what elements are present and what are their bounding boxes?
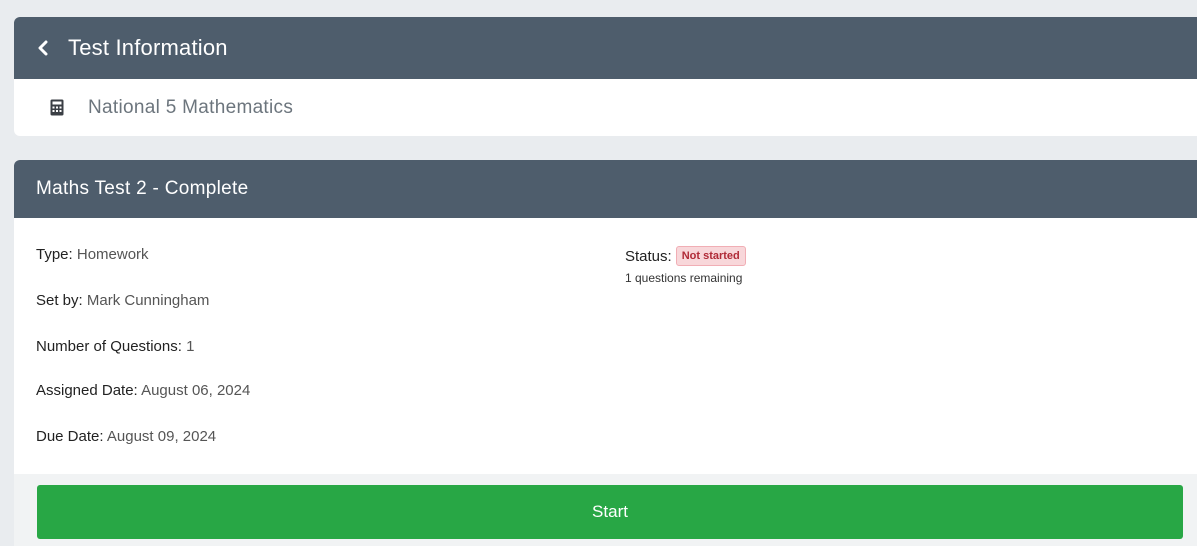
detail-label: Type: <box>36 246 73 263</box>
status-section: Status: Not started 1 questions remainin… <box>625 246 746 285</box>
detail-label: Set by: <box>36 292 83 309</box>
detail-value: August 06, 2024 <box>141 382 251 399</box>
subject-name: National 5 Mathematics <box>88 96 294 118</box>
detail-value: Mark Cunningham <box>86 292 210 309</box>
test-information-header: Test Information <box>14 17 1197 79</box>
detail-label: Number of Questions: <box>36 338 182 355</box>
detail-due-date: Due Date: August 09, 2024 <box>36 428 216 445</box>
test-details: Type: Homework Set by: Mark Cunningham N… <box>14 218 1197 474</box>
detail-number-of-questions: Number of Questions: 1 <box>36 338 194 355</box>
status-label: Status: <box>625 247 672 265</box>
detail-value: Homework <box>76 246 149 263</box>
detail-set-by: Set by: Mark Cunningham <box>36 292 209 309</box>
detail-label: Due Date: <box>36 428 104 445</box>
questions-remaining: 1 questions remaining <box>625 271 743 285</box>
calculator-icon <box>50 99 64 116</box>
card-footer: Start <box>14 474 1197 546</box>
status-badge: Not started <box>675 246 746 266</box>
subject-row: National 5 Mathematics <box>14 79 1197 136</box>
page-title: Test Information <box>68 35 228 60</box>
chevron-left-icon[interactable] <box>36 40 52 56</box>
detail-type: Type: Homework <box>36 246 149 263</box>
start-button[interactable]: Start <box>37 485 1183 539</box>
test-card: Maths Test 2 - Complete Type: Homework S… <box>14 160 1197 546</box>
detail-label: Assigned Date: <box>36 382 138 399</box>
detail-assigned-date: Assigned Date: August 06, 2024 <box>36 382 250 399</box>
test-information-card: Test Information National 5 Mathematics <box>14 17 1197 136</box>
detail-value: August 09, 2024 <box>106 428 217 445</box>
status-line: Status: Not started <box>625 246 746 266</box>
test-title: Maths Test 2 - Complete <box>14 160 1197 218</box>
detail-value: 1 <box>186 338 195 355</box>
